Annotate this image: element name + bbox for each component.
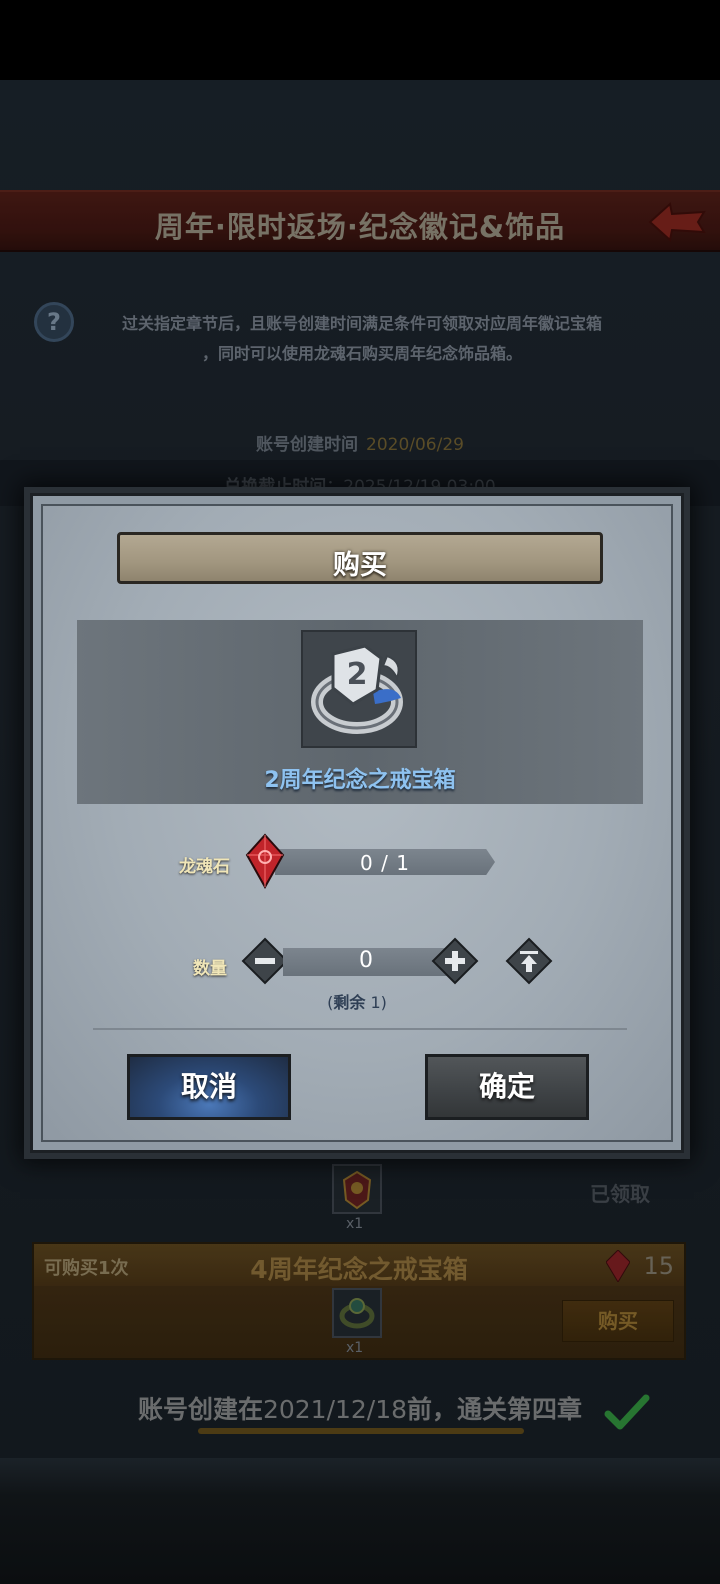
cancel-label: 取消 [180,1070,237,1103]
row2-qty: x1 [346,1340,364,1356]
item-panel: 2 2周年纪念之戒宝箱 [77,620,643,804]
svg-text:2: 2 [347,657,368,692]
badge-item-thumb[interactable] [332,1164,382,1214]
account-created-label: 账号创建时间 [256,435,358,455]
shop-item-row: 可购买1次 4周年纪念之戒宝箱 15 x1 购买 [32,1242,686,1360]
dialog-body [41,504,673,1142]
description-line-1: 过关指定章节后，且账号创建时间满足条件可领取对应周年徽记宝箱 [121,314,602,333]
ring-item-thumb[interactable] [332,1288,382,1338]
purchase-dialog: 购买 2 2周年纪念之戒宝箱 龙魂石 0 / 1 数量 0 (剩余 1) 取消 … [30,493,684,1153]
silver-ring-icon: 2 [311,644,403,734]
description-line-2: ，同时可以使用龙魂石购买周年纪念饰品箱。 [201,344,522,363]
confirm-label: 确定 [478,1070,535,1103]
red-gem-icon [606,1250,630,1282]
row1-qty: x1 [346,1216,364,1232]
quantity-label: 数量 [193,959,227,979]
page-title: 周年·限时返场·纪念徽记&饰品 [154,210,566,244]
account-created: 账号创建时间 2020/06/29 [0,430,720,455]
condition-suffix: 前，通关第四章 [407,1395,583,1424]
dialog-title: 购买 [333,550,387,581]
price-value: 15 [643,1252,674,1280]
condition-date: 2021/12/18 [262,1395,408,1424]
shop-item-title: 4周年纪念之戒宝箱 [250,1255,468,1284]
bottom-bar [0,1458,720,1584]
account-created-value: 2020/06/29 [366,435,464,455]
divider [93,1028,627,1030]
cancel-button[interactable]: 取消 [127,1054,291,1120]
buy-button[interactable]: 购买 [562,1300,674,1342]
item-name: 2周年纪念之戒宝箱 [264,768,456,793]
dialog-header: 购买 [117,532,603,584]
confirm-button[interactable]: 确定 [425,1054,589,1120]
quantity-input[interactable]: 0 [283,948,449,973]
title-banner: 周年·限时返场·纪念徽记&饰品 [0,190,720,252]
item-icon-box[interactable]: 2 [301,630,417,748]
back-arrow-icon[interactable] [646,200,708,244]
green-check-icon [604,1394,650,1430]
condition-progress-bar [198,1428,524,1434]
cost-label: 龙魂石 [179,857,230,877]
badge-icon [342,1170,372,1210]
remaining-value: 1) [365,993,387,1012]
plus-icon[interactable] [431,937,479,985]
claimed-status: 已领取 [590,1182,650,1206]
ring-icon [339,1298,375,1329]
condition-prefix: 账号创建在 [137,1395,263,1424]
max-arrow-icon[interactable] [505,937,553,985]
question-mark-icon[interactable]: ? [34,302,74,342]
remaining-count: (剩余 1) [33,989,681,1013]
cost-value: 0 / 1 [360,851,410,875]
minus-icon[interactable] [241,937,289,985]
red-gem-icon [245,833,285,889]
remaining-label: 剩余 [333,993,366,1012]
